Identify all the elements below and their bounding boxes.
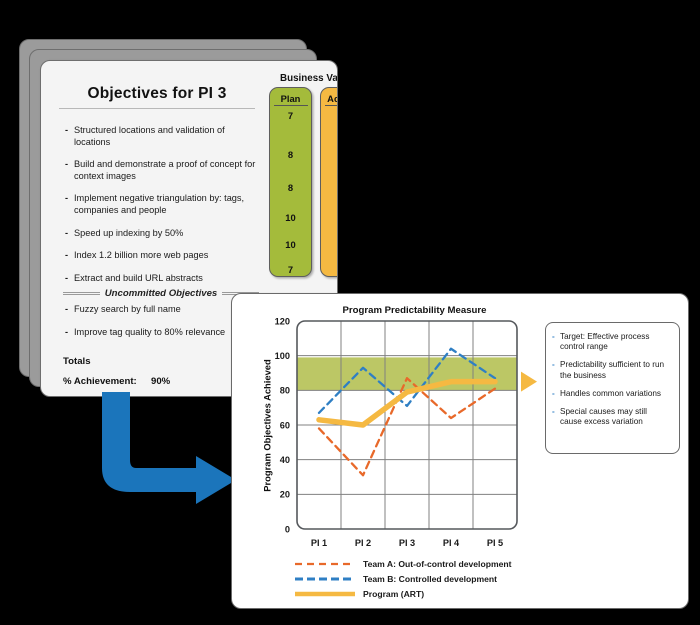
svg-text:PI 1: PI 1 xyxy=(311,538,327,548)
title-divider xyxy=(59,108,255,109)
table-cell: 7 xyxy=(321,110,337,121)
list-item: Extract and build URL abstracts xyxy=(63,273,259,285)
svg-text:0: 0 xyxy=(285,524,290,534)
list-item: Index 1.2 billion more web pages xyxy=(63,250,259,262)
list-item: Fuzzy search by full name xyxy=(63,304,259,316)
achievement-label: % Achievement: xyxy=(63,376,137,387)
totals-label: Totals xyxy=(63,356,91,367)
list-item: Target: Effective process control range xyxy=(552,332,671,352)
uncommitted-objectives-label: Uncommitted Objectives xyxy=(104,288,218,300)
heading-rule-left xyxy=(63,292,100,296)
x-axis-ticks: PI 1 PI 2 PI 3 PI 4 PI 5 xyxy=(311,538,503,548)
list-item: Predictability sufficient to run the bus… xyxy=(552,360,671,380)
page-title: Objectives for PI 3 xyxy=(87,85,227,102)
legend-label: Program (ART) xyxy=(363,588,425,599)
predictability-chart-card[interactable]: Program Predictability Measure Program O… xyxy=(231,293,689,609)
table-cell: 10 xyxy=(285,212,296,223)
svg-text:20: 20 xyxy=(280,490,290,500)
list-item: Handles common variations xyxy=(552,389,671,399)
svg-text:PI 2: PI 2 xyxy=(355,538,371,548)
svg-text:PI 3: PI 3 xyxy=(399,538,415,548)
svg-text:40: 40 xyxy=(280,455,290,465)
list-item: Build and demonstrate a proof of concept… xyxy=(63,159,259,182)
svg-text:100: 100 xyxy=(275,351,290,361)
business-value-header: Business Value xyxy=(280,73,338,84)
callout-box: Target: Effective process control range … xyxy=(545,322,680,454)
trend-arrow-right-icon xyxy=(521,371,537,392)
svg-text:120: 120 xyxy=(275,316,290,326)
column-header-rule xyxy=(273,105,308,106)
slide-canvas: Objectives for PI 3 Structured locations… xyxy=(0,0,700,625)
uncommitted-objectives-heading: Uncommitted Objectives xyxy=(63,288,259,299)
chart-legend: Team A: Out-of-control development Team … xyxy=(295,556,511,601)
column-header-rule xyxy=(324,105,337,106)
legend-item: Team A: Out-of-control development xyxy=(295,556,511,571)
target-band xyxy=(297,357,517,391)
legend-swatch-program xyxy=(295,591,355,596)
svg-text:PI 5: PI 5 xyxy=(487,538,503,548)
table-cell: 10 xyxy=(285,239,296,250)
elbow-arrow-right-icon xyxy=(102,392,236,504)
svg-text:80: 80 xyxy=(280,386,290,396)
legend-label: Team B: Controlled development xyxy=(363,573,498,584)
objectives-list: Structured locations and validation of l… xyxy=(63,113,259,339)
column-header-plan: Plan xyxy=(280,93,301,104)
legend-label: Team A: Out-of-control development xyxy=(363,558,512,569)
business-value-plan-column: Plan 7 8 8 10 10 7 xyxy=(269,87,312,277)
table-cell: 8 xyxy=(287,182,294,193)
list-item: Speed up indexing by 50% xyxy=(63,228,259,240)
table-cell: 7 xyxy=(287,264,294,275)
svg-text:60: 60 xyxy=(280,420,290,430)
legend-item: Program (ART) xyxy=(295,586,511,601)
list-item: Structured locations and validation of l… xyxy=(63,125,259,148)
svg-text:PI 4: PI 4 xyxy=(443,538,460,548)
achievement-value: 90% xyxy=(151,376,171,387)
business-value-actual-column: Actual 7 8 6 5 8 7 xyxy=(320,87,337,277)
y-axis-ticks: 0 20 40 60 80 100 120 xyxy=(275,316,290,534)
table-cell: 8 xyxy=(287,149,294,160)
legend-swatch-team-b xyxy=(295,577,355,580)
table-cell: 8 xyxy=(321,149,337,160)
table-cell: 7 xyxy=(287,110,294,121)
legend-swatch-team-a xyxy=(295,562,355,565)
table-cell: 8 xyxy=(321,239,337,250)
legend-item: Team B: Controlled development xyxy=(295,571,511,586)
table-cell: 7 xyxy=(321,264,337,275)
callout-list: Target: Effective process control range … xyxy=(546,323,679,427)
column-header-actual: Actual xyxy=(327,93,337,104)
list-item: Special causes may still cause excess va… xyxy=(552,407,671,427)
table-cell: 6 xyxy=(321,182,337,193)
table-cell: 5 xyxy=(321,212,337,223)
list-item: Improve tag quality to 80% relevance xyxy=(63,327,259,339)
list-item: Implement negative triangulation by: tag… xyxy=(63,193,259,216)
